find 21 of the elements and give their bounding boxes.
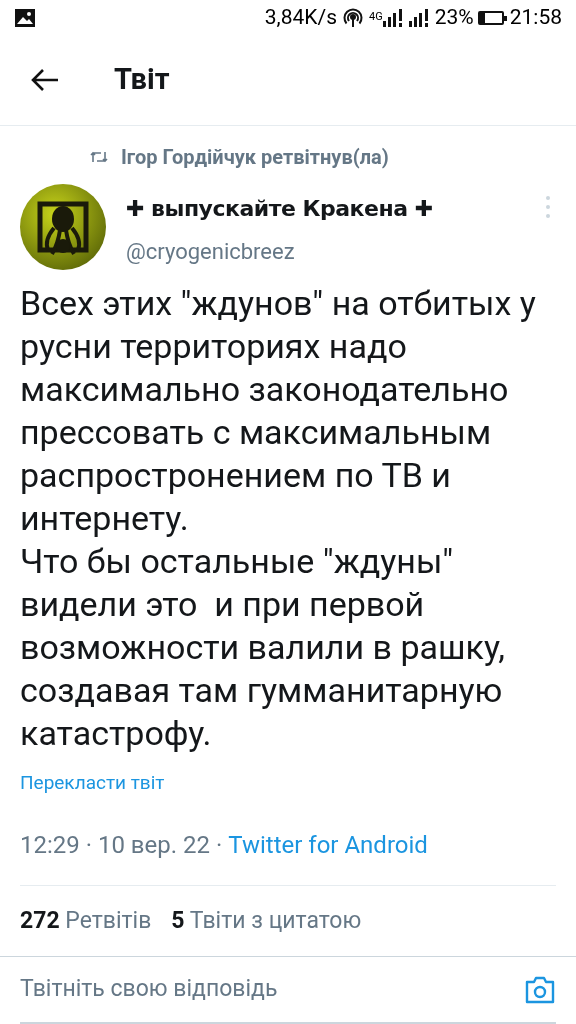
network-type: 4G: [369, 9, 383, 26]
retweet-icon: [90, 149, 108, 164]
tweet-text: Всех этих "ждунов" на отбитых у русни территориях надо максимально законодательно прессовать с максимальным распростронением по ТВ и интернету. Что бы остальные "ждуны" видели это и при первой возможности валили в рашку, создавая там гумманитарную катастрофу.: [19, 281, 537, 755]
battery-icon: [477, 10, 504, 25]
signal-icon: [382, 8, 405, 27]
battery-percent: 23%: [434, 3, 474, 31]
page-title: Твіт: [114, 61, 170, 99]
avatar-icon[interactable]: [20, 183, 106, 270]
signal-icon: [408, 8, 431, 27]
stat-link[interactable]: 5 Твіти з цитатою: [171, 904, 362, 939]
stat-link[interactable]: 272 Ретвітів: [20, 904, 152, 939]
retweet-label: Ігор Гордійчук ретвітнув(ла): [121, 143, 389, 171]
image-icon: [14, 7, 36, 28]
network-speed: 3,84K/s: [264, 3, 337, 31]
reply-field[interactable]: Твітніть свою відповідь: [20, 972, 524, 1007]
user-handle[interactable]: @cryogenicbreez: [126, 234, 544, 268]
display-name[interactable]: ✚ выпускайте Кракена ✚: [126, 191, 544, 225]
tweet-timestamp: 12:29 · 10 вер. 22 ·: [20, 830, 223, 862]
clock: 21:58: [509, 3, 562, 31]
hotspot-icon: [343, 7, 363, 28]
camera-icon[interactable]: [524, 974, 556, 1005]
